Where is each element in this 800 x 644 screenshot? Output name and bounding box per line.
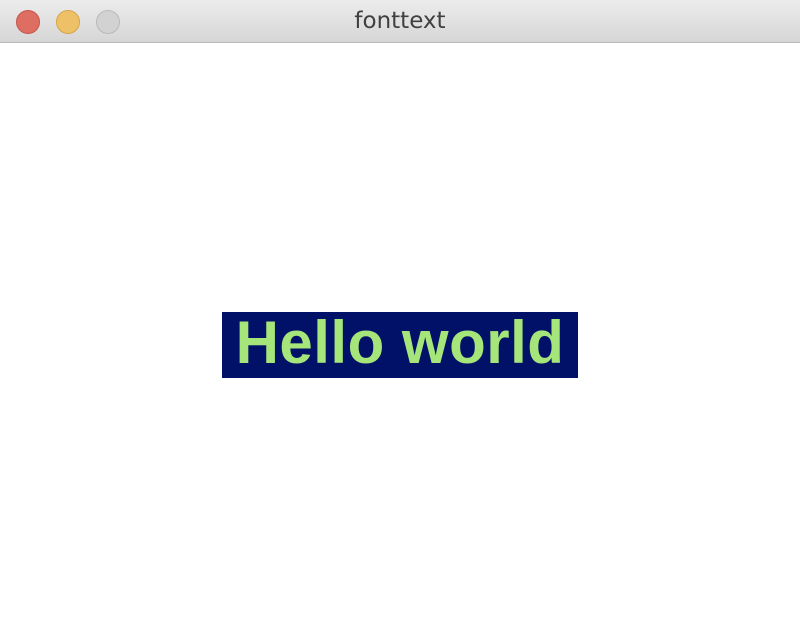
app-window: fonttext Hello world	[0, 0, 800, 644]
label-text: Hello world	[235, 312, 565, 376]
content-area: Hello world	[0, 43, 800, 644]
hello-world-label: Hello world	[222, 312, 578, 378]
title-bar[interactable]: fonttext	[0, 0, 800, 43]
window-title: fonttext	[354, 8, 446, 34]
